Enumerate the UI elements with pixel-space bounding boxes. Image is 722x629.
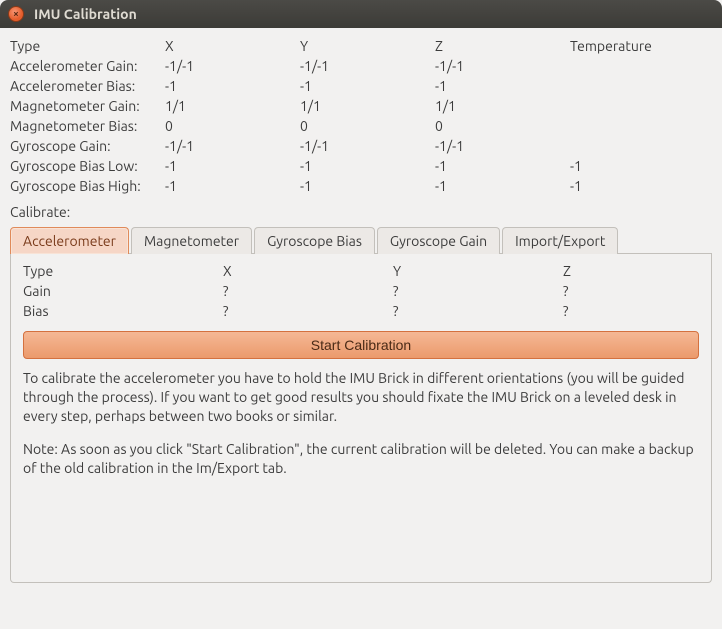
cell: -1 (570, 158, 712, 174)
tab-gyroscope-bias[interactable]: Gyroscope Bias (254, 227, 375, 254)
cell (570, 138, 712, 154)
cell: ? (393, 283, 563, 299)
col-type: Type (10, 38, 165, 54)
cell: -1/-1 (300, 138, 435, 154)
cell: -1 (300, 78, 435, 94)
col-temp: Temperature (570, 38, 712, 54)
close-icon[interactable]: × (8, 6, 24, 22)
col-x: X (165, 38, 300, 54)
cell: 0 (435, 118, 570, 134)
window-title: IMU Calibration (34, 6, 137, 22)
instructions-para-1: To calibrate the accelerometer you have … (23, 369, 699, 426)
cell: -1 (570, 178, 712, 194)
cell: 0 (165, 118, 300, 134)
col-z: Z (435, 38, 570, 54)
row-gyro-bias-low-label: Gyroscope Bias Low: (10, 158, 165, 174)
panel-row-gain-label: Gain (23, 283, 223, 299)
cell: -1/-1 (435, 58, 570, 74)
cell: -1 (300, 158, 435, 174)
panel-row-bias-label: Bias (23, 303, 223, 319)
cell: -1 (300, 178, 435, 194)
cell (570, 118, 712, 134)
panel-readout-table: Type X Y Z Gain ? ? ? Bias ? ? ? (23, 263, 699, 319)
panel-col-z: Z (563, 263, 699, 279)
cell: ? (393, 303, 563, 319)
cell: 0 (300, 118, 435, 134)
row-accel-bias-label: Accelerometer Bias: (10, 78, 165, 94)
tab-accelerometer[interactable]: Accelerometer (10, 227, 129, 254)
tab-gyroscope-gain[interactable]: Gyroscope Gain (377, 227, 500, 254)
cell: 1/1 (435, 98, 570, 114)
panel-col-x: X (223, 263, 393, 279)
cell (570, 78, 712, 94)
row-gyro-gain-label: Gyroscope Gain: (10, 138, 165, 154)
row-gyro-bias-high-label: Gyroscope Bias High: (10, 178, 165, 194)
instructions-text: To calibrate the accelerometer you have … (23, 369, 699, 477)
cell: 1/1 (165, 98, 300, 114)
main-content: Type X Y Z Temperature Accelerometer Gai… (0, 28, 722, 593)
cell: 1/1 (300, 98, 435, 114)
cell: ? (223, 283, 393, 299)
cell: -1/-1 (165, 58, 300, 74)
start-calibration-button[interactable]: Start Calibration (23, 331, 699, 359)
row-mag-gain-label: Magnetometer Gain: (10, 98, 165, 114)
cell: -1 (435, 178, 570, 194)
tab-magnetometer[interactable]: Magnetometer (131, 227, 252, 254)
cell: -1 (435, 158, 570, 174)
col-y: Y (300, 38, 435, 54)
cell (570, 98, 712, 114)
cell (570, 58, 712, 74)
cell: ? (563, 283, 699, 299)
calibration-readout-table: Type X Y Z Temperature Accelerometer Gai… (10, 38, 712, 194)
tab-import-export[interactable]: Import/Export (502, 227, 618, 254)
tab-bar: Accelerometer Magnetometer Gyroscope Bia… (10, 226, 712, 254)
tab-panel-accelerometer: Type X Y Z Gain ? ? ? Bias ? ? ? Start C… (10, 253, 712, 583)
cell: -1 (165, 78, 300, 94)
instructions-para-2: Note: As soon as you click "Start Calibr… (23, 440, 699, 478)
cell: -1/-1 (435, 138, 570, 154)
cell: -1 (165, 178, 300, 194)
cell: ? (223, 303, 393, 319)
panel-col-y: Y (393, 263, 563, 279)
cell: ? (563, 303, 699, 319)
cell: -1/-1 (165, 138, 300, 154)
cell: -1/-1 (300, 58, 435, 74)
cell: -1 (435, 78, 570, 94)
cell: -1 (165, 158, 300, 174)
calibrate-label: Calibrate: (10, 204, 712, 220)
window-titlebar: × IMU Calibration (0, 0, 722, 28)
row-mag-bias-label: Magnetometer Bias: (10, 118, 165, 134)
panel-col-type: Type (23, 263, 223, 279)
row-accel-gain-label: Accelerometer Gain: (10, 58, 165, 74)
